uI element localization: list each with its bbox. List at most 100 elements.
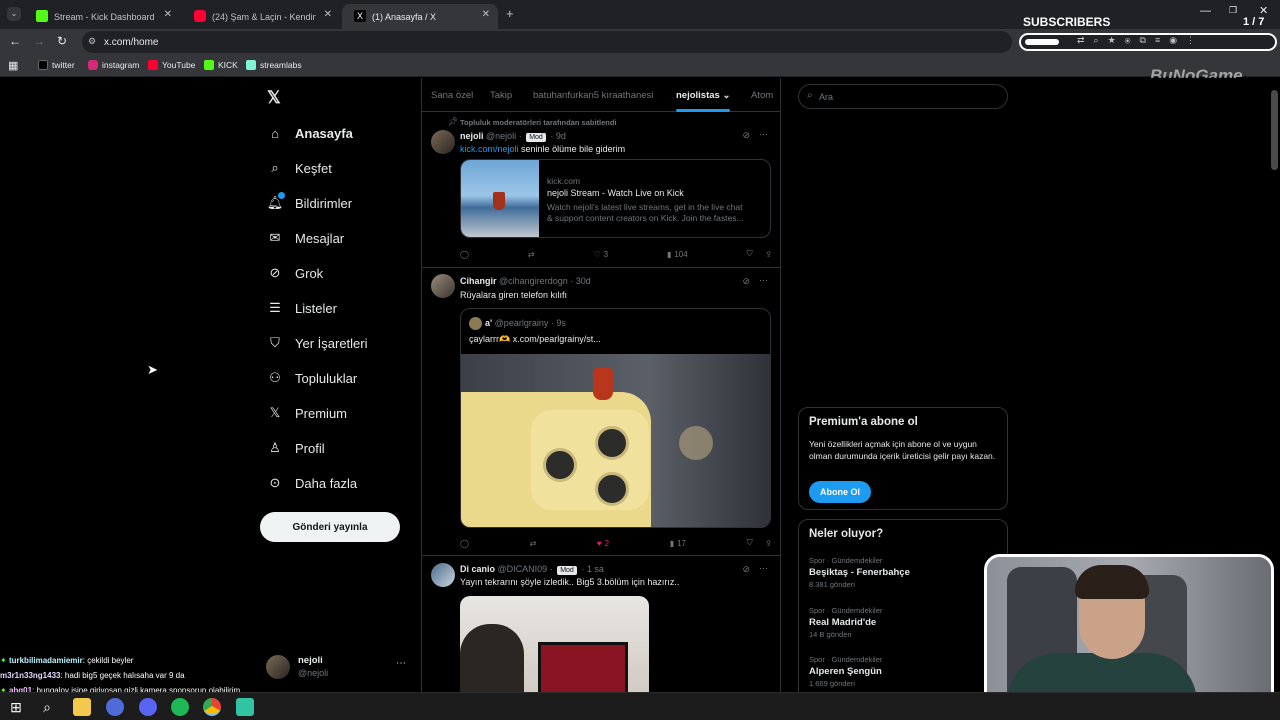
like-button[interactable]: ♥ 2 <box>597 538 609 548</box>
bookmark-youtube[interactable]: YouTube <box>148 60 195 70</box>
sidebar-item-home[interactable]: ⌂ Anasayfa <box>266 124 353 142</box>
sidebar-item-profile[interactable]: ♙ Profil <box>266 439 324 457</box>
reply-icon[interactable]: ◯ <box>460 538 469 548</box>
sidebar-item-more[interactable]: ⊙ Daha fazla <box>266 474 358 492</box>
author-name[interactable]: nejoli <box>460 131 484 141</box>
sidebar-item-bookmarks[interactable]: ⛉ Yer İşaretleri <box>266 334 367 352</box>
repost-icon[interactable]: ⇄ <box>530 538 537 548</box>
streamlabs-icon[interactable] <box>236 698 254 716</box>
bell-icon: 🔔︎ <box>266 192 285 212</box>
sidebar-item-notifications[interactable]: 🔔︎ Bildirimler <box>266 192 352 212</box>
address-bar[interactable]: ⚙ x.com/home <box>82 31 1012 53</box>
author-handle: @DICANI09 <box>497 564 548 574</box>
sidebar-item-explore[interactable]: ⌕ Keşfet <box>266 159 332 177</box>
author-name[interactable]: Cihangir <box>460 276 497 286</box>
avatar[interactable] <box>431 563 455 587</box>
bookmark-icon[interactable]: ⛉ <box>747 538 753 548</box>
trend-category: Spor · Gündemdekiler <box>809 556 883 565</box>
search-icon[interactable]: ⌕ <box>38 698 56 716</box>
close-tab-icon[interactable]: ✕ <box>164 9 172 20</box>
more-icon[interactable]: ⋯ <box>396 658 406 669</box>
grok-icon[interactable]: ⊘ <box>742 130 750 141</box>
post-link[interactable]: kick.com/nejoli <box>460 144 519 154</box>
premium-desc: Yeni özellikleri açmak için abone ol ve … <box>809 439 996 461</box>
bookmark-icon[interactable]: ⛉ <box>747 249 753 259</box>
tab-community-kiraathane[interactable]: batuhanfurkan5 kıraathanesi <box>533 90 653 101</box>
post-button[interactable]: Gönderi yayınla <box>260 512 400 542</box>
search-input[interactable]: ⌕ Ara <box>798 84 1008 109</box>
more-icon[interactable]: ⋯ <box>759 275 768 286</box>
sidebar-item-lists[interactable]: ☰ Listeler <box>266 299 337 317</box>
views-button[interactable]: ▮ 17 <box>670 538 686 548</box>
share-icon[interactable]: ⇪ <box>765 250 772 259</box>
more-icon[interactable]: ⋯ <box>759 563 768 574</box>
tab-search-icon[interactable]: ⌄ <box>7 7 21 21</box>
trend-item[interactable]: Spor · Gündemdekiler Real Madrid'de 14 B… <box>809 606 999 639</box>
avatar[interactable] <box>431 130 455 154</box>
post-time: 9d <box>555 131 566 141</box>
file-explorer-icon[interactable] <box>73 698 91 716</box>
repost-icon[interactable]: ⇄ <box>528 249 535 259</box>
post-image[interactable] <box>460 596 649 692</box>
trend-item[interactable]: Spor · Gündemdekiler Alperen Şengün 1.66… <box>809 655 999 688</box>
reload-icon[interactable]: ↻ <box>57 34 67 48</box>
chrome-icon[interactable] <box>203 698 221 716</box>
back-icon[interactable]: ← <box>9 34 21 48</box>
person-image <box>460 624 524 692</box>
tab-for-you[interactable]: Sana özel <box>431 90 473 101</box>
share-icon[interactable]: ⇪ <box>765 539 772 548</box>
post-item[interactable]: Cihangir @cihangirerdogn · 30d ⊘ ⋯ Rüyal… <box>422 268 780 556</box>
spotify-icon[interactable] <box>171 698 189 716</box>
post-item[interactable]: Di canio @DICANI09 · Mod · 1 sa ⊘ ⋯ Yayı… <box>422 556 780 692</box>
tab-kick-dashboard[interactable]: Stream - Kick Dashboard ✕ <box>24 4 180 29</box>
bookmark-streamlabs[interactable]: streamlabs <box>246 60 302 70</box>
bookmark-kick[interactable]: KICK <box>204 60 238 70</box>
grok-icon[interactable]: ⊘ <box>742 276 750 287</box>
forward-icon[interactable]: → <box>33 34 45 48</box>
grok-icon[interactable]: ⊘ <box>742 564 750 575</box>
heart-icon: ♡ <box>593 249 601 259</box>
sidebar-item-label: Premium <box>295 405 348 421</box>
sidebar-item-premium[interactable]: 𝕏 Premium <box>266 404 347 422</box>
mod-badge: Mod <box>557 566 577 575</box>
view-count: 17 <box>677 538 686 548</box>
tab-following[interactable]: Takip <box>490 90 512 101</box>
tab-atom[interactable]: Atom <box>751 90 773 101</box>
page-scrollbar[interactable] <box>1271 90 1278 170</box>
youtube-favicon-icon <box>194 10 206 22</box>
quoted-post[interactable]: a' @pearlgrainy · 9s çaylarrr🫶 x.com/pea… <box>460 308 771 528</box>
chat-text: : çekildi beyler <box>82 656 134 665</box>
subscribe-button[interactable]: Abone Ol <box>809 481 871 503</box>
bookmark-twitter[interactable]: twitter <box>38 60 75 70</box>
quoted-image[interactable] <box>461 354 770 527</box>
more-icon[interactable]: ⋯ <box>759 129 768 140</box>
new-tab-icon[interactable]: + <box>506 6 514 21</box>
bookmark-instagram[interactable]: instagram <box>88 60 139 70</box>
tab-youtube[interactable]: (24) Şam & Laçin - Kendine İyi Ba ✕ <box>182 4 340 29</box>
x-favicon-icon <box>38 60 48 70</box>
post-author: Di canio @DICANI09 · Mod · 1 sa <box>460 564 604 575</box>
tab-nejolistas[interactable]: nejolistas ⌄ <box>676 90 730 101</box>
discord-icon[interactable] <box>139 698 157 716</box>
reply-icon[interactable]: ◯ <box>460 249 469 259</box>
sidebar-item-communities[interactable]: ⚇ Topluluklar <box>266 369 357 387</box>
link-card[interactable]: kick.com nejoli Stream - Watch Live on K… <box>460 159 771 238</box>
views-button[interactable]: ▮ 104 <box>667 249 688 259</box>
tab-title: Stream - Kick Dashboard <box>54 11 155 22</box>
app-icon[interactable] <box>106 698 124 716</box>
sidebar-item-messages[interactable]: ✉ Mesajlar <box>266 229 345 247</box>
post-pinned[interactable]: 📌︎ Topluluk moderatörleri tarafından sab… <box>422 113 780 268</box>
author-name[interactable]: Di canio <box>460 564 495 574</box>
close-tab-icon[interactable]: ✕ <box>482 9 490 20</box>
sidebar-item-grok[interactable]: ⊘ Grok <box>266 264 324 282</box>
like-button[interactable]: ♡ 3 <box>593 249 608 259</box>
apps-grid-icon[interactable]: ▦ <box>8 59 18 72</box>
trend-item[interactable]: Spor · Gündemdekiler Beşiktaş - Fenerbah… <box>809 556 999 589</box>
windows-start-icon[interactable]: ⊞ <box>7 698 25 716</box>
avatar[interactable] <box>431 274 455 298</box>
x-logo-icon[interactable]: 𝕏 <box>267 88 281 108</box>
site-info-icon[interactable]: ⚙ <box>88 36 96 47</box>
mod-badge: Mod <box>526 133 546 142</box>
tab-x-home[interactable]: X (1) Anasayfa / X ✕ <box>342 4 498 29</box>
close-tab-icon[interactable]: ✕ <box>324 9 332 20</box>
